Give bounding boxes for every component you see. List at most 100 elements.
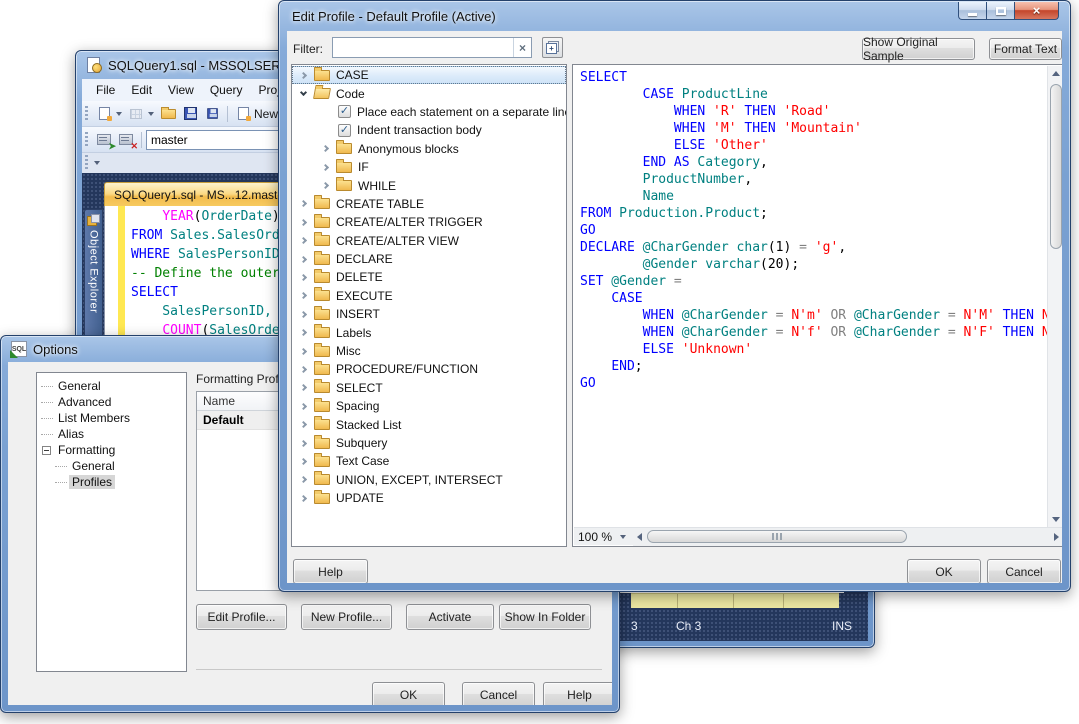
options-tree-item-alias[interactable]: Alias [37, 426, 186, 442]
chevron-collapsed-icon[interactable] [300, 439, 307, 446]
chevron-collapsed-icon[interactable] [300, 256, 307, 263]
options-tree-item-formatting[interactable]: Formatting [37, 442, 186, 458]
options-tree-item-list-members[interactable]: List Members [37, 410, 186, 426]
toolbar-grip[interactable] [85, 132, 88, 148]
profile-tree-item-declare[interactable]: DECLARE [292, 250, 566, 268]
edit-profile-ok-button[interactable]: OK [907, 559, 981, 583]
options-help-button[interactable]: Help [543, 682, 612, 705]
menu-file[interactable]: File [88, 79, 123, 101]
new-query-button-icon[interactable] [234, 105, 252, 122]
options-tree-item-general[interactable]: General [37, 378, 186, 394]
new-query-dropdown-icon[interactable] [116, 112, 122, 116]
show-original-sample-button[interactable]: Show Original Sample [862, 38, 975, 60]
menu-view[interactable]: View [160, 79, 202, 101]
open-file-icon[interactable] [159, 105, 177, 122]
chevron-collapsed-icon[interactable] [300, 311, 307, 318]
filter-input[interactable] [333, 38, 513, 57]
horizontal-scrollbar[interactable] [633, 528, 1062, 546]
tree-collapse-box-icon[interactable] [42, 446, 51, 455]
new-query-icon[interactable] [95, 105, 113, 122]
profile-tree-item-subquery[interactable]: Subquery [292, 434, 566, 452]
chevron-collapsed-icon[interactable] [300, 200, 307, 207]
profile-tree-item-execute[interactable]: EXECUTE [292, 287, 566, 305]
profile-tree-item-place-each-statement-on-a-separate-line[interactable]: ✓Place each statement on a separate line [292, 103, 566, 121]
profile-tree-item-update[interactable]: UPDATE [292, 489, 566, 507]
profile-tree-item-create-table[interactable]: CREATE TABLE [292, 195, 566, 213]
sample-code-panel[interactable]: SELECT CASE ProductLine WHEN 'R' THEN 'R… [572, 64, 1062, 547]
chevron-collapsed-icon[interactable] [322, 182, 329, 189]
chevron-collapsed-icon[interactable] [300, 274, 307, 281]
minimize-button[interactable] [958, 2, 987, 20]
expand-collapse-all-button[interactable] [542, 37, 563, 58]
chevron-collapsed-icon[interactable] [300, 237, 307, 244]
options-tree-item-general[interactable]: General [37, 458, 186, 474]
toolbar-grip[interactable] [85, 155, 88, 171]
profile-tree-item-stacked-list[interactable]: Stacked List [292, 415, 566, 433]
formatting-options-tree[interactable]: CASECode✓Place each statement on a separ… [291, 64, 567, 547]
chevron-collapsed-icon[interactable] [300, 421, 307, 428]
chevron-collapsed-icon[interactable] [300, 72, 307, 79]
menu-query[interactable]: Query [202, 79, 251, 101]
chevron-collapsed-icon[interactable] [300, 292, 307, 299]
change-connection-icon[interactable]: ✕ [117, 131, 135, 148]
profile-tree-item-text-case[interactable]: Text Case [292, 452, 566, 470]
chevron-collapsed-icon[interactable] [300, 476, 307, 483]
zoom-dropdown-icon[interactable] [620, 535, 626, 539]
profile-tree-item-while[interactable]: WHILE [292, 176, 566, 194]
edit-profile-titlebar[interactable]: Edit Profile - Default Profile (Active) [279, 1, 1070, 31]
save-all-icon[interactable] [203, 105, 221, 122]
scroll-up-arrow[interactable] [1048, 66, 1062, 81]
checkbox-checked[interactable]: ✓ [338, 124, 351, 137]
show-in-folder-button[interactable]: Show In Folder [499, 604, 591, 630]
vertical-scrollbar[interactable] [1047, 66, 1062, 527]
chevron-collapsed-icon[interactable] [322, 164, 329, 171]
profile-tree-item-create-alter-trigger[interactable]: CREATE/ALTER TRIGGER [292, 213, 566, 231]
chevron-expanded-icon[interactable] [300, 89, 307, 96]
activate-button[interactable]: Activate [406, 604, 494, 630]
profile-tree-item-indent-transaction-body[interactable]: ✓Indent transaction body [292, 121, 566, 139]
chevron-collapsed-icon[interactable] [300, 458, 307, 465]
chevron-collapsed-icon[interactable] [300, 384, 307, 391]
options-ok-button[interactable]: OK [372, 682, 445, 705]
save-icon[interactable] [181, 105, 199, 122]
chevron-collapsed-icon[interactable] [300, 403, 307, 410]
filter-field[interactable]: × [332, 37, 532, 58]
edit-profile-button[interactable]: Edit Profile... [196, 604, 287, 630]
profile-tree-item-procedure-function[interactable]: PROCEDURE/FUNCTION [292, 360, 566, 378]
checkbox-checked[interactable]: ✓ [338, 105, 351, 118]
scroll-down-arrow[interactable] [1048, 512, 1062, 527]
profile-tree-item-case[interactable]: CASE [292, 66, 566, 84]
edit-profile-help-button[interactable]: Help [293, 559, 368, 583]
profile-tree-item-spacing[interactable]: Spacing [292, 397, 566, 415]
options-tree-item-profiles[interactable]: Profiles [37, 474, 186, 490]
profile-tree-item-labels[interactable]: Labels [292, 323, 566, 341]
edit-profile-cancel-button[interactable]: Cancel [987, 559, 1061, 583]
profile-tree-item-code[interactable]: Code [292, 84, 566, 102]
open-table-dropdown-icon[interactable] [148, 112, 154, 116]
object-explorer-tab[interactable]: Object Explorer [84, 209, 103, 355]
chevron-collapsed-icon[interactable] [322, 145, 329, 152]
profile-tree-item-if[interactable]: IF [292, 158, 566, 176]
chevron-collapsed-icon[interactable] [300, 219, 307, 226]
profile-tree-item-insert[interactable]: INSERT [292, 305, 566, 323]
profile-tree-item-create-alter-view[interactable]: CREATE/ALTER VIEW [292, 232, 566, 250]
profile-tree-item-misc[interactable]: Misc [292, 342, 566, 360]
chevron-collapsed-icon[interactable] [300, 495, 307, 502]
maximize-button[interactable] [986, 2, 1015, 20]
format-text-button[interactable]: Format Text [989, 38, 1062, 60]
clear-filter-icon[interactable]: × [513, 38, 531, 57]
new-profile-button[interactable]: New Profile... [301, 604, 392, 630]
chevron-collapsed-icon[interactable] [300, 366, 307, 373]
zoom-combobox[interactable]: 100 % [574, 528, 633, 546]
profile-tree-item-union-except-intersect[interactable]: UNION, EXCEPT, INTERSECT [292, 471, 566, 489]
options-tree-item-advanced[interactable]: Advanced [37, 394, 186, 410]
new-query-button-label[interactable]: New [254, 107, 278, 121]
chevron-collapsed-icon[interactable] [300, 329, 307, 336]
connect-database-icon[interactable]: ➤ [95, 131, 113, 148]
chevron-collapsed-icon[interactable] [300, 348, 307, 355]
horizontal-scroll-thumb[interactable] [647, 530, 907, 543]
toolbar-options-dropdown-icon[interactable] [94, 161, 100, 165]
open-table-icon[interactable] [127, 105, 145, 122]
profile-tree-item-delete[interactable]: DELETE [292, 268, 566, 286]
close-button[interactable]: × [1014, 2, 1059, 20]
